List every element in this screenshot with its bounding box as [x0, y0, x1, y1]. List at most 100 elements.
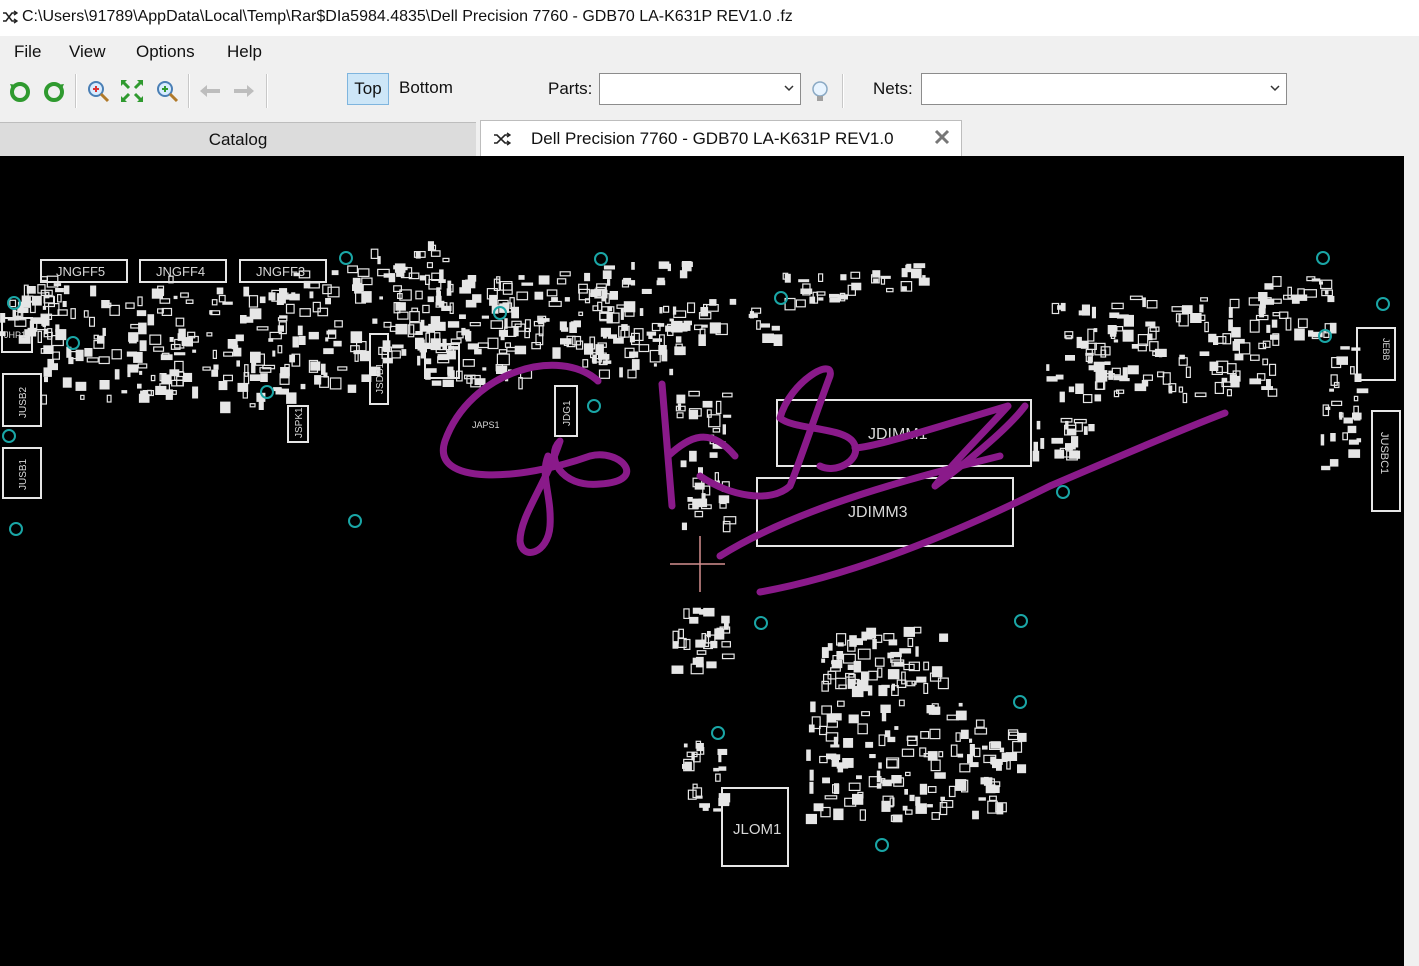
component-pad: [805, 813, 817, 825]
component-pad: [126, 351, 138, 357]
component-pad: [847, 664, 854, 670]
component-pad: [878, 685, 888, 697]
forward-arrow-icon[interactable]: [231, 78, 257, 104]
chevron-down-icon[interactable]: [1270, 83, 1280, 93]
board-canvas[interactable]: JNGFF5 JNGFF4 JNGFF3 JHP1 JUSB2 JUSB1 JS…: [0, 156, 1404, 966]
menu-file[interactable]: File: [14, 42, 41, 62]
component-pad: [904, 789, 908, 795]
component-pad: [308, 331, 319, 340]
component-pad: [829, 297, 840, 303]
nets-combobox[interactable]: [921, 73, 1287, 105]
component-pad: [101, 300, 110, 309]
window-title: C:\Users\91789\AppData\Local\Temp\Rar$DI…: [22, 8, 793, 25]
component-pad: [427, 296, 434, 303]
component-pad: [706, 409, 712, 418]
component-pad: [1078, 310, 1088, 316]
component-pad: [347, 265, 358, 274]
component-pad: [659, 307, 663, 314]
top-side-button[interactable]: Top: [347, 73, 389, 105]
tab-catalog[interactable]: Catalog: [0, 122, 476, 156]
component-pad: [14, 319, 27, 327]
component-pad: [809, 781, 814, 794]
component-pad: [682, 764, 687, 769]
component-pad: [714, 628, 725, 640]
component-pad: [762, 333, 774, 343]
component-pad: [379, 296, 383, 300]
component-pad: [995, 785, 1000, 793]
component-pad: [958, 702, 963, 707]
component-pad: [821, 658, 826, 663]
parts-combobox[interactable]: [599, 73, 801, 105]
component-pad: [9, 299, 17, 308]
component-pad: [709, 452, 718, 458]
component-pad: [1158, 354, 1163, 358]
component-pad: [582, 359, 589, 368]
toolbar-separator: [842, 74, 844, 108]
component-pad: [607, 306, 613, 312]
chevron-down-icon[interactable]: [784, 83, 794, 93]
zoom-in-icon[interactable]: [85, 78, 111, 104]
component-pad: [297, 325, 303, 336]
component-pad: [1325, 406, 1331, 410]
component-pad: [383, 273, 393, 278]
component-pad: [540, 318, 550, 322]
component-pad: [694, 510, 704, 518]
component-pad: [1200, 297, 1208, 302]
component-pad: [446, 288, 452, 296]
toolbar: Top Bottom Parts: Nets:: [0, 68, 1419, 118]
component-pad: [659, 349, 664, 355]
component-pad: [623, 277, 632, 285]
component-pad: [909, 794, 915, 802]
component-pad: [623, 301, 636, 313]
component-pad: [312, 301, 321, 313]
component-pad: [898, 699, 905, 707]
component-pad: [901, 671, 906, 685]
tab-document[interactable]: Dell Precision 7760 - GDB70 LA-K631P REV…: [480, 120, 962, 156]
component-pad: [1321, 465, 1331, 471]
component-pad: [395, 323, 408, 335]
via-layer: [2, 251, 1390, 852]
component-pad: [873, 278, 879, 283]
component-pad: [285, 303, 295, 314]
component-pad: [327, 286, 340, 298]
zoom-out-icon[interactable]: [154, 78, 180, 104]
component-pad: [1226, 389, 1233, 397]
highlight-bulb-icon[interactable]: [807, 78, 833, 104]
component-pad: [159, 298, 171, 304]
component-pad: [372, 318, 378, 324]
component-pad: [1234, 338, 1245, 344]
component-pad: [248, 295, 259, 308]
component-pad: [556, 278, 567, 285]
bottom-side-button[interactable]: Bottom: [399, 78, 453, 98]
component-pad: [1294, 328, 1305, 341]
board-drawing[interactable]: JNGFF5 JNGFF4 JNGFF3 JHP1 JUSB2 JUSB1 JS…: [0, 156, 1404, 966]
component-pad: [1182, 392, 1188, 404]
rotate-right-icon[interactable]: [41, 78, 67, 104]
component-pad: [851, 282, 862, 291]
component-pad: [1273, 298, 1282, 304]
menu-view[interactable]: View: [69, 42, 106, 62]
menu-help[interactable]: Help: [227, 42, 262, 62]
component-pad: [669, 318, 674, 322]
component-pad: [683, 320, 692, 326]
component-pad: [192, 349, 197, 353]
component-pad: [671, 665, 684, 674]
component-pad: [706, 661, 717, 669]
component-pad: [877, 667, 883, 678]
component-pad: [220, 401, 231, 414]
component-pad: [1347, 425, 1357, 434]
parts-label: Parts:: [548, 79, 593, 98]
label-jngff3: JNGFF3: [256, 264, 305, 279]
component-pad: [1249, 378, 1262, 385]
fit-screen-icon[interactable]: [119, 78, 145, 104]
component-pad: [631, 262, 635, 270]
menu-options[interactable]: Options: [136, 42, 195, 62]
back-arrow-icon[interactable]: [197, 78, 223, 104]
component-pad: [653, 363, 657, 367]
vertical-scrollbar[interactable]: [1404, 156, 1419, 966]
close-icon[interactable]: [933, 128, 951, 146]
component-pad: [382, 340, 391, 352]
component-pad: [694, 482, 705, 490]
component-pad: [708, 414, 721, 428]
rotate-left-icon[interactable]: [7, 78, 33, 104]
